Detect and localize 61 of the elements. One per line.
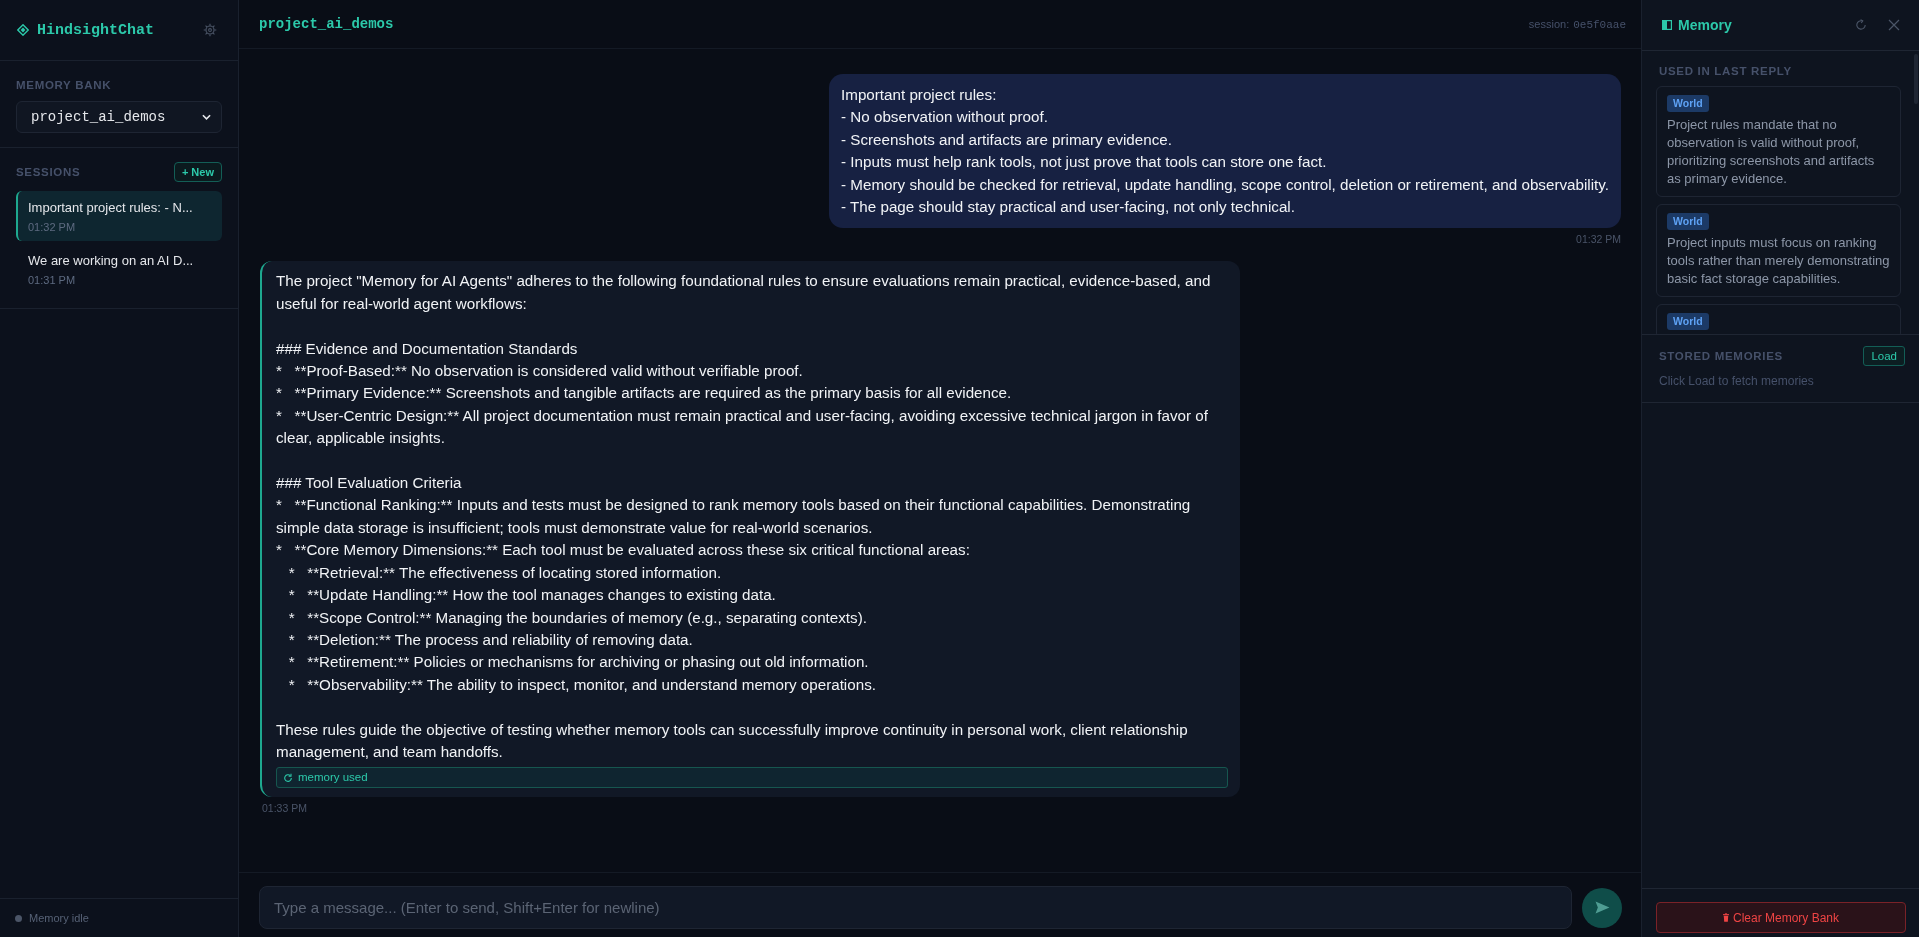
section-label: USED IN LAST REPLY (1658, 65, 1793, 77)
message-line: - No observation without proof. (841, 107, 1049, 128)
message-line: * **Scope Control:** Managing the boundaries of memory (e.g., separating contexts). (287, 607, 868, 628)
chevron-icon (202, 114, 211, 120)
message-line: - Inputs must help rank tools, not just prove that tools can store one fact. (841, 152, 1328, 173)
badge-label: memory used (298, 772, 368, 784)
message-line: * **Core Memory Dimensions:** Each tool must be evaluated across these six critical functional areas: (276, 540, 971, 561)
message-line: * **Observability:** The ability to inspect, monitor, and understand memory operations. (287, 674, 877, 695)
session-label: session: (1528, 17, 1570, 30)
section-label: STORED MEMORIES (1659, 350, 1783, 362)
panel-icon (1662, 20, 1672, 30)
message-line: * **Retirement:** Policies or mechanisms for archiving or phasing out old information. (287, 652, 870, 673)
message-line: - Memory should be checked for retrieval, update handling, scope control, deletion or retirement, and observability. (841, 174, 1609, 195)
message-line: ### Evidence and Documentation Standards (276, 338, 579, 359)
session-id: 0e5f0aae (1573, 18, 1626, 31)
session-title: We are working on an AI D... (28, 253, 194, 268)
refresh-icon (283, 772, 293, 783)
load-button[interactable]: Load (1863, 346, 1905, 366)
refresh-icon[interactable] (1855, 19, 1867, 31)
clear-memory-button[interactable]: Clear Memory Bank (1656, 902, 1906, 933)
panel-title: Memory (1678, 17, 1732, 33)
message-line: * **Retrieval:** The effectiveness of locating stored information. (287, 562, 723, 583)
memory-type-tag: World (1667, 213, 1709, 230)
status-text: Memory idle (29, 912, 89, 924)
message-line: * **User-Centric Design:** All project documentation must remain practical and user-facing, avoiding excessive technical jargon in favor of clear, applicable insights. (276, 405, 1209, 449)
memory-type-tag: World (1667, 313, 1709, 330)
new-session-button[interactable]: + New (173, 162, 222, 182)
message-line: Important project rules: (841, 85, 998, 105)
message-input[interactable]: Type a message... (Enter to send, Shift+Enter for newline) (259, 886, 1572, 929)
session-time: 01:31 PM (28, 274, 76, 286)
close-icon[interactable] (1888, 19, 1900, 31)
memory-text: Project inputs must focus on ranking tools rather than merely demonstrating basic fact storage capabilities. (1667, 234, 1890, 288)
message-line: The project "Memory for AI Agents" adheres to the following foundational rules to ensure evaluations remain practical, evidence-based, and useful for real-world agent workflows: (276, 271, 1212, 314)
diamond-icon (17, 24, 29, 36)
section-label: MEMORY BANK (16, 79, 113, 91)
message-line: * **Deletion:** The process and reliability of removing data. (287, 629, 694, 650)
send-icon (1594, 901, 1610, 914)
trash-icon (1723, 913, 1729, 922)
session-item[interactable]: We are working on an AI D... 01:31 PM (16, 244, 222, 294)
settings-icon[interactable] (203, 23, 217, 37)
message-line: * **Primary Evidence:** Screenshots and tangible artifacts are required as the primary basis for all evidence. (276, 383, 1013, 404)
memory-type-tag: World (1667, 95, 1709, 112)
message-line: - The page should stay practical and user-facing, not only technical. (841, 197, 1296, 218)
session-title: Important project rules: - N... (28, 200, 193, 215)
message-line: * **Functional Ranking:** Inputs and tests must be designed to rank memory tools based on their functional capabilities. Demonstrating simple data storage is insufficient; tools must demonstrate value for real-world scenarios. (276, 495, 1192, 538)
session-time: 01:32 PM (28, 221, 76, 233)
message-time: 01:32 PM (1576, 233, 1621, 246)
message-line: * **Proof-Based:** No observation is considered valid without verifiable proof. (276, 361, 804, 382)
session-item[interactable]: Important project rules: - N... 01:32 PM (16, 191, 222, 241)
message-time: 01:33 PM (262, 802, 307, 815)
chat-title: project_ai_demos (259, 16, 394, 32)
hint-text: Click Load to fetch memories (1659, 374, 1815, 388)
message-line: These rules guide the objective of testing whether memory tools can successfully improve continuity in personal work, client relationship management, and team handoffs. (276, 719, 1189, 762)
section-label: SESSIONS (16, 166, 81, 178)
app-name: HindsightChat (37, 21, 156, 39)
message-line: * **Update Handling:** How the tool manages changes to existing data. (287, 585, 777, 606)
send-button[interactable] (1582, 887, 1622, 928)
message-line: - Screenshots and artifacts are primary evidence. (841, 129, 1173, 150)
message-line: ### Tool Evaluation Criteria (276, 473, 463, 494)
memory-bank-select[interactable]: project_ai_demos (16, 101, 222, 133)
memory-text: Project rules mandate that no observation is valid without proof, prioritizing screenshots and artifacts as primary evidence. (1667, 116, 1876, 188)
